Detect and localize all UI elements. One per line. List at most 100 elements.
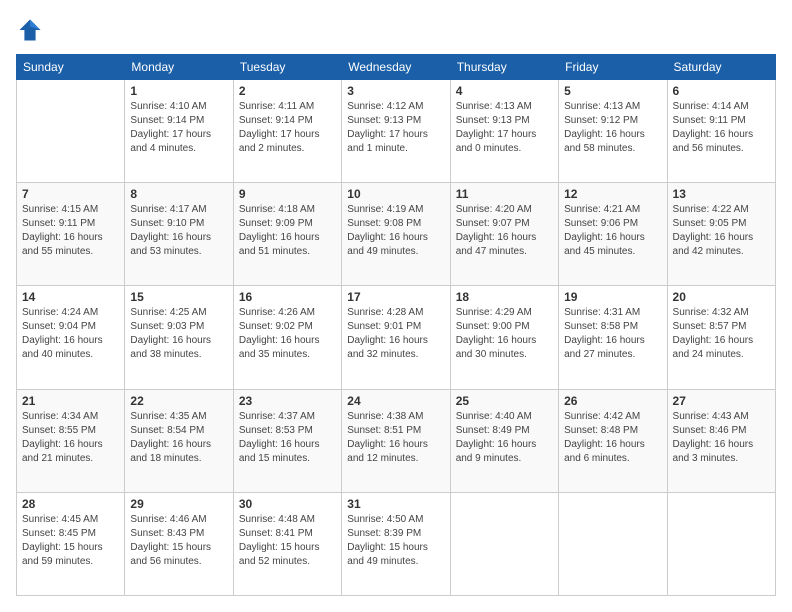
day-number: 9 (239, 187, 336, 201)
day-number: 5 (564, 84, 661, 98)
calendar-week-row: 21 Sunrise: 4:34 AMSunset: 8:55 PMDayligh… (17, 389, 776, 492)
calendar-cell: 16 Sunrise: 4:26 AMSunset: 9:02 PMDayligh… (233, 286, 341, 389)
day-info: Sunrise: 4:46 AMSunset: 8:43 PMDaylight:… (130, 513, 227, 569)
day-info: Sunrise: 4:31 AMSunset: 8:58 PMDaylight:… (564, 306, 661, 362)
calendar-week-row: 7 Sunrise: 4:15 AMSunset: 9:11 PMDaylight… (17, 183, 776, 286)
calendar-cell: 1 Sunrise: 4:10 AMSunset: 9:14 PMDaylight… (125, 80, 233, 183)
calendar-cell: 4 Sunrise: 4:13 AMSunset: 9:13 PMDaylight… (450, 80, 558, 183)
calendar-cell: 24 Sunrise: 4:38 AMSunset: 8:51 PMDayligh… (342, 389, 450, 492)
day-info: Sunrise: 4:50 AMSunset: 8:39 PMDaylight:… (347, 513, 444, 569)
day-info: Sunrise: 4:17 AMSunset: 9:10 PMDaylight:… (130, 203, 227, 259)
day-info: Sunrise: 4:38 AMSunset: 8:51 PMDaylight:… (347, 410, 444, 466)
day-number: 31 (347, 497, 444, 511)
calendar-cell: 27 Sunrise: 4:43 AMSunset: 8:46 PMDayligh… (667, 389, 775, 492)
day-number: 19 (564, 290, 661, 304)
day-number: 12 (564, 187, 661, 201)
calendar-cell: 29 Sunrise: 4:46 AMSunset: 8:43 PMDayligh… (125, 492, 233, 595)
day-number: 25 (456, 394, 553, 408)
day-number: 16 (239, 290, 336, 304)
calendar-cell: 14Sunrise: 4:24 AMSunset: 9:04 PMDayligh… (17, 286, 125, 389)
calendar-cell: 12 Sunrise: 4:21 AMSunset: 9:06 PMDayligh… (559, 183, 667, 286)
calendar-cell: 26Sunrise: 4:42 AMSunset: 8:48 PMDayligh… (559, 389, 667, 492)
calendar-cell (559, 492, 667, 595)
day-info: Sunrise: 4:40 AMSunset: 8:49 PMDaylight:… (456, 410, 553, 466)
day-info: Sunrise: 4:22 AMSunset: 9:05 PMDaylight:… (673, 203, 770, 259)
day-info: Sunrise: 4:13 AMSunset: 9:13 PMDaylight:… (456, 100, 553, 156)
day-number: 17 (347, 290, 444, 304)
day-number: 26 (564, 394, 661, 408)
day-info: Sunrise: 4:28 AMSunset: 9:01 PMDaylight:… (347, 306, 444, 362)
day-number: 13 (673, 187, 770, 201)
day-number: 8 (130, 187, 227, 201)
day-number: 23 (239, 394, 336, 408)
calendar-cell: 28 Sunrise: 4:45 AMSunset: 8:45 PMDayligh… (17, 492, 125, 595)
header (16, 16, 776, 44)
calendar-cell: 2 Sunrise: 4:11 AMSunset: 9:14 PMDaylight… (233, 80, 341, 183)
day-info: Sunrise: 4:15 AMSunset: 9:11 PMDaylight:… (22, 203, 119, 259)
col-friday: Friday (559, 55, 667, 80)
day-info: Sunrise: 4:13 AMSunset: 9:12 PMDaylight:… (564, 100, 661, 156)
day-info: Sunrise: 4:12 AMSunset: 9:13 PMDaylight:… (347, 100, 444, 156)
day-number: 2 (239, 84, 336, 98)
day-number: 22 (130, 394, 227, 408)
day-number: 11 (456, 187, 553, 201)
day-number: 28 (22, 497, 119, 511)
day-info: Sunrise: 4:14 AMSunset: 9:11 PMDaylight:… (673, 100, 770, 156)
day-number: 24 (347, 394, 444, 408)
calendar-cell: 13 Sunrise: 4:22 AMSunset: 9:05 PMDayligh… (667, 183, 775, 286)
calendar-cell: 6Sunrise: 4:14 AMSunset: 9:11 PMDaylight… (667, 80, 775, 183)
calendar-cell (667, 492, 775, 595)
col-monday: Monday (125, 55, 233, 80)
day-number: 18 (456, 290, 553, 304)
col-tuesday: Tuesday (233, 55, 341, 80)
calendar-cell: 25 Sunrise: 4:40 AMSunset: 8:49 PMDayligh… (450, 389, 558, 492)
day-number: 15 (130, 290, 227, 304)
day-number: 27 (673, 394, 770, 408)
day-info: Sunrise: 4:26 AMSunset: 9:02 PMDaylight:… (239, 306, 336, 362)
calendar-cell (450, 492, 558, 595)
day-info: Sunrise: 4:45 AMSunset: 8:45 PMDaylight:… (22, 513, 119, 569)
day-number: 20 (673, 290, 770, 304)
day-number: 29 (130, 497, 227, 511)
calendar-cell: 15 Sunrise: 4:25 AMSunset: 9:03 PMDayligh… (125, 286, 233, 389)
day-number: 10 (347, 187, 444, 201)
calendar-cell: 11Sunrise: 4:20 AMSunset: 9:07 PMDayligh… (450, 183, 558, 286)
calendar-cell: 30 Sunrise: 4:48 AMSunset: 8:41 PMDayligh… (233, 492, 341, 595)
day-info: Sunrise: 4:29 AMSunset: 9:00 PMDaylight:… (456, 306, 553, 362)
day-info: Sunrise: 4:37 AMSunset: 8:53 PMDaylight:… (239, 410, 336, 466)
calendar-cell: 5 Sunrise: 4:13 AMSunset: 9:12 PMDaylight… (559, 80, 667, 183)
calendar-header-row: Sunday Monday Tuesday Wednesday Thursday… (17, 55, 776, 80)
day-info: Sunrise: 4:34 AMSunset: 8:55 PMDaylight:… (22, 410, 119, 466)
calendar-cell: 18 Sunrise: 4:29 AMSunset: 9:00 PMDayligh… (450, 286, 558, 389)
calendar-table: Sunday Monday Tuesday Wednesday Thursday… (16, 54, 776, 596)
calendar-week-row: 14Sunrise: 4:24 AMSunset: 9:04 PMDayligh… (17, 286, 776, 389)
day-number: 21 (22, 394, 119, 408)
day-info: Sunrise: 4:11 AMSunset: 9:14 PMDaylight:… (239, 100, 336, 156)
day-info: Sunrise: 4:10 AMSunset: 9:14 PMDaylight:… (130, 100, 227, 156)
day-number: 7 (22, 187, 119, 201)
calendar-cell (17, 80, 125, 183)
day-info: Sunrise: 4:25 AMSunset: 9:03 PMDaylight:… (130, 306, 227, 362)
day-number: 30 (239, 497, 336, 511)
calendar-cell: 31 Sunrise: 4:50 AMSunset: 8:39 PMDayligh… (342, 492, 450, 595)
day-info: Sunrise: 4:18 AMSunset: 9:09 PMDaylight:… (239, 203, 336, 259)
calendar-cell: 20Sunrise: 4:32 AMSunset: 8:57 PMDayligh… (667, 286, 775, 389)
calendar-cell: 17 Sunrise: 4:28 AMSunset: 9:01 PMDayligh… (342, 286, 450, 389)
calendar-cell: 21 Sunrise: 4:34 AMSunset: 8:55 PMDayligh… (17, 389, 125, 492)
calendar-cell: 22 Sunrise: 4:35 AMSunset: 8:54 PMDayligh… (125, 389, 233, 492)
calendar-cell: 23 Sunrise: 4:37 AMSunset: 8:53 PMDayligh… (233, 389, 341, 492)
calendar-cell: 9 Sunrise: 4:18 AMSunset: 9:09 PMDaylight… (233, 183, 341, 286)
col-thursday: Thursday (450, 55, 558, 80)
calendar-cell: 7 Sunrise: 4:15 AMSunset: 9:11 PMDaylight… (17, 183, 125, 286)
day-number: 4 (456, 84, 553, 98)
day-number: 14 (22, 290, 119, 304)
day-number: 1 (130, 84, 227, 98)
day-info: Sunrise: 4:35 AMSunset: 8:54 PMDaylight:… (130, 410, 227, 466)
day-info: Sunrise: 4:48 AMSunset: 8:41 PMDaylight:… (239, 513, 336, 569)
calendar-week-row: 1 Sunrise: 4:10 AMSunset: 9:14 PMDaylight… (17, 80, 776, 183)
day-info: Sunrise: 4:43 AMSunset: 8:46 PMDaylight:… (673, 410, 770, 466)
calendar-cell: 10 Sunrise: 4:19 AMSunset: 9:08 PMDayligh… (342, 183, 450, 286)
col-saturday: Saturday (667, 55, 775, 80)
day-info: Sunrise: 4:21 AMSunset: 9:06 PMDaylight:… (564, 203, 661, 259)
day-info: Sunrise: 4:19 AMSunset: 9:08 PMDaylight:… (347, 203, 444, 259)
